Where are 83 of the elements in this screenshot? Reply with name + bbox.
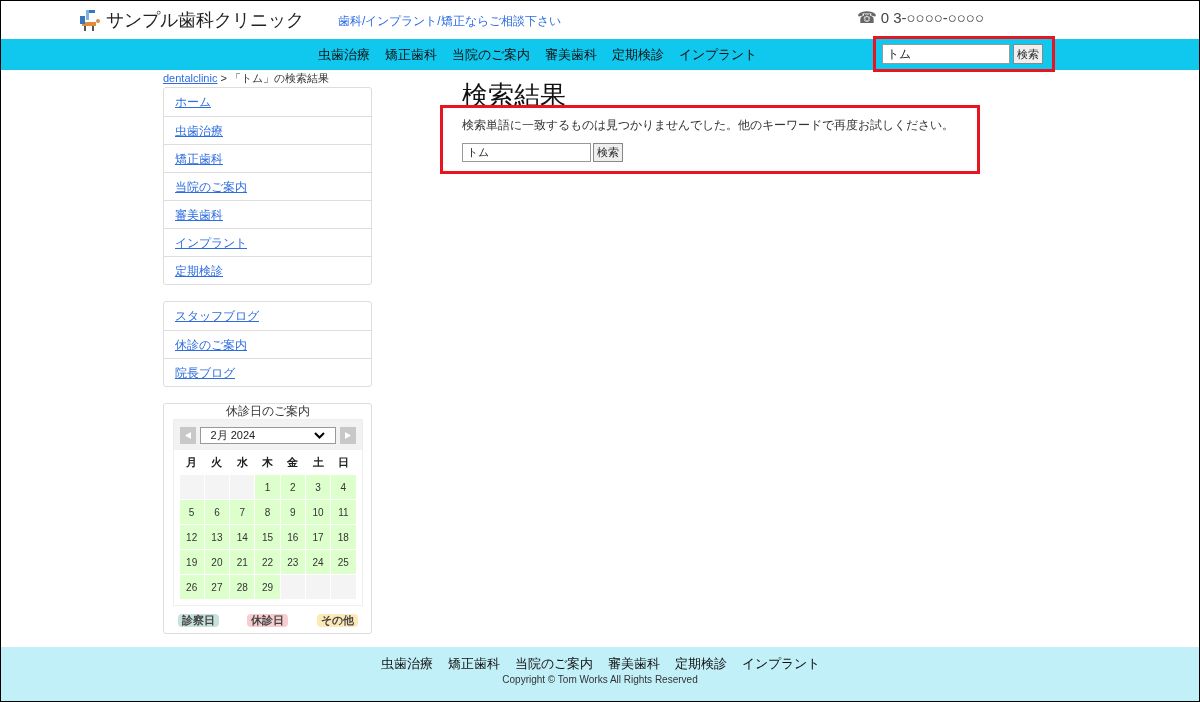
sidebar-link[interactable]: インプラント bbox=[175, 233, 247, 252]
nav-link[interactable]: 矯正歯科 bbox=[385, 44, 437, 65]
chevron-down-icon bbox=[313, 431, 325, 439]
calendar-day[interactable]: 17 bbox=[305, 525, 331, 549]
nav-link[interactable]: 当院のご案内 bbox=[452, 44, 530, 65]
search-button[interactable]: 検索 bbox=[593, 143, 623, 162]
sidebar-link[interactable]: 休診のご案内 bbox=[175, 335, 247, 354]
weekday-label: 水 bbox=[235, 454, 249, 470]
calendar-day[interactable]: 8 bbox=[255, 500, 280, 524]
weekday-label: 木 bbox=[261, 454, 274, 470]
calendar-day[interactable]: 24 bbox=[305, 550, 331, 574]
calendar-title: 休診日のご案内 bbox=[225, 404, 310, 418]
footer-link[interactable]: 審美歯科 bbox=[607, 656, 660, 672]
calendar-day[interactable]: 20 bbox=[204, 550, 230, 574]
calendar-day[interactable]: 4 bbox=[331, 475, 356, 499]
legend-badge: 診察日 bbox=[177, 614, 219, 627]
footer-link[interactable]: 当院のご案内 bbox=[514, 656, 593, 672]
calendar-day[interactable]: 25 bbox=[331, 550, 356, 574]
search-button[interactable]: 検索 bbox=[1013, 44, 1043, 64]
calendar-day[interactable]: 11 bbox=[331, 500, 356, 524]
sidebar-link[interactable]: 虫歯治療 bbox=[175, 121, 223, 140]
calendar-day[interactable]: 5 bbox=[179, 500, 204, 524]
right-triangle-icon bbox=[344, 431, 351, 439]
calendar-day[interactable]: 19 bbox=[179, 550, 204, 574]
left-triangle-icon bbox=[184, 431, 191, 439]
previous-month-button[interactable] bbox=[179, 426, 196, 444]
sidebar-link[interactable]: ホーム bbox=[175, 93, 211, 111]
nav-link[interactable]: 定期検診 bbox=[612, 44, 664, 65]
nav-link[interactable]: 虫歯治療 bbox=[318, 44, 370, 65]
tagline[interactable]: 歯科/インプラント/矯正ならご相談下さい bbox=[338, 12, 561, 30]
footer-link[interactable]: 虫歯治療 bbox=[380, 656, 433, 672]
calendar-day[interactable]: 3 bbox=[305, 475, 331, 499]
sidebar-link[interactable]: 矯正歯科 bbox=[175, 149, 223, 168]
calendar-day[interactable]: 12 bbox=[179, 525, 204, 549]
search-field[interactable]: トム bbox=[462, 143, 591, 162]
footer-link[interactable]: 定期検診 bbox=[674, 656, 727, 672]
site-title[interactable]: サンプル歯科クリニック bbox=[106, 8, 304, 32]
month-select[interactable]: 2月 2024 bbox=[199, 426, 336, 444]
next-month-button[interactable] bbox=[339, 426, 356, 444]
calendar-day[interactable]: 21 bbox=[230, 550, 255, 574]
breadcrumb-separator: > bbox=[219, 72, 228, 84]
weekday-label: 火 bbox=[210, 454, 224, 470]
no-results-message: 検索単語に一致するものは見つかりませんでした。他のキーワードで再度お試しください。 bbox=[462, 117, 955, 133]
sidebar-link[interactable]: 審美歯科 bbox=[175, 205, 223, 224]
sidebar-link[interactable]: スタッフブログ bbox=[175, 307, 259, 325]
dental-chair-icon bbox=[78, 8, 102, 32]
month-label: 2月 2024 bbox=[210, 427, 256, 443]
calendar-day[interactable]: 13 bbox=[204, 525, 230, 549]
sidebar-link[interactable]: 院長ブログ bbox=[175, 363, 235, 382]
calendar-day[interactable]: 22 bbox=[255, 550, 280, 574]
breadcrumb-link[interactable]: dentalclinic bbox=[163, 72, 218, 84]
calendar-day[interactable]: 27 bbox=[204, 575, 230, 599]
calendar-day[interactable]: 28 bbox=[230, 575, 255, 599]
nav-link[interactable]: インプラント bbox=[679, 44, 757, 65]
sidebar-link[interactable]: 当院のご案内 bbox=[175, 177, 247, 196]
weekday-label: 金 bbox=[286, 454, 300, 470]
phone-icon: ☎ bbox=[856, 8, 877, 28]
footer-link[interactable]: インプラント bbox=[741, 656, 820, 672]
copyright: Copyright © Tom Works All Rights Reserved bbox=[502, 673, 698, 687]
calendar-day[interactable]: 16 bbox=[280, 525, 305, 549]
weekday-label: 土 bbox=[311, 454, 325, 470]
calendar-day[interactable]: 15 bbox=[255, 525, 280, 549]
calendar-day[interactable]: 23 bbox=[280, 550, 305, 574]
calendar-day[interactable]: 14 bbox=[230, 525, 255, 549]
legend-badge: その他 bbox=[316, 614, 358, 627]
breadcrumb-current: 「トム」の検索結果 bbox=[230, 72, 329, 84]
phone-number: 0 3-○○○○-○○○○ bbox=[880, 8, 984, 28]
weekday-label: 日 bbox=[336, 454, 350, 470]
search-field[interactable]: トム bbox=[882, 44, 1010, 64]
calendar-day[interactable]: 26 bbox=[179, 575, 204, 599]
sidebar-link[interactable]: 定期検診 bbox=[175, 261, 223, 280]
calendar-day[interactable]: 6 bbox=[204, 500, 230, 524]
calendar-day[interactable]: 29 bbox=[255, 575, 280, 599]
calendar-day[interactable]: 2 bbox=[280, 475, 305, 499]
footer-link[interactable]: 矯正歯科 bbox=[447, 656, 500, 672]
legend-badge: 休診日 bbox=[247, 614, 288, 627]
weekday-label: 月 bbox=[185, 454, 199, 470]
nav-link[interactable]: 審美歯科 bbox=[545, 44, 597, 65]
calendar-day[interactable]: 10 bbox=[305, 500, 331, 524]
calendar-day[interactable]: 9 bbox=[280, 500, 305, 524]
calendar-day[interactable]: 7 bbox=[230, 500, 255, 524]
calendar-day[interactable]: 1 bbox=[255, 475, 280, 499]
calendar-day[interactable]: 18 bbox=[331, 525, 356, 549]
